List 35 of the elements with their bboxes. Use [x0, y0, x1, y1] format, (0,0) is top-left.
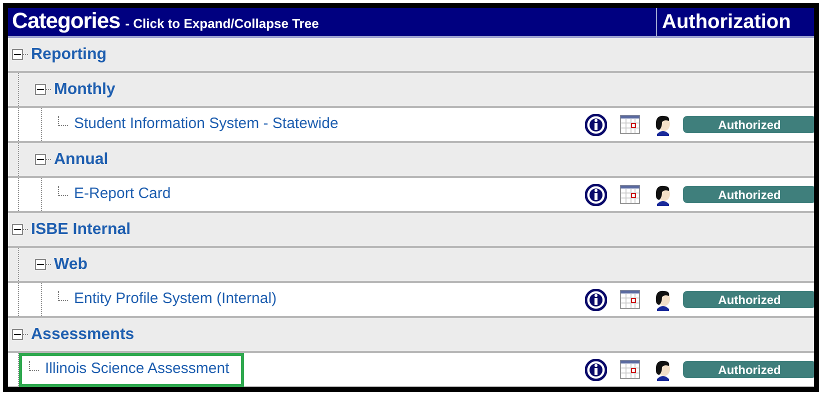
calendar-icon[interactable] — [620, 185, 640, 204]
category-label[interactable]: Reporting — [31, 42, 107, 66]
header-title: Categories — [12, 10, 120, 32]
report-link[interactable]: Entity Profile System (Internal) — [74, 288, 277, 311]
column-header: Authorization — [656, 8, 814, 36]
info-icon[interactable] — [585, 288, 607, 310]
category-label[interactable]: Annual — [54, 148, 108, 172]
info-icon[interactable] — [585, 358, 607, 380]
header-subtitle: - Click to Expand/Collapse Tree — [125, 15, 319, 34]
status-badge: Authorized — [683, 291, 814, 308]
status-badge: Authorized — [683, 361, 814, 378]
person-icon[interactable] — [653, 358, 673, 380]
collapse-icon[interactable] — [12, 224, 23, 235]
category-label[interactable]: Web — [54, 252, 88, 276]
calendar-icon[interactable] — [620, 115, 640, 134]
collapse-icon[interactable] — [35, 259, 46, 270]
collapse-icon[interactable] — [35, 84, 46, 95]
info-icon[interactable] — [585, 114, 607, 136]
calendar-icon[interactable] — [620, 360, 640, 379]
collapse-icon[interactable] — [35, 154, 46, 165]
collapse-icon[interactable] — [12, 329, 23, 340]
status-badge: Authorized — [683, 186, 814, 203]
person-icon[interactable] — [653, 288, 673, 310]
person-icon[interactable] — [653, 114, 673, 136]
status-badge: Authorized — [683, 116, 814, 133]
category-label[interactable]: Monthly — [54, 78, 116, 102]
report-link[interactable]: Illinois Science Assessment — [45, 358, 230, 381]
report-link[interactable]: E-Report Card — [74, 183, 171, 206]
info-icon[interactable] — [585, 184, 607, 206]
category-label[interactable]: Assessments — [31, 322, 134, 346]
calendar-icon[interactable] — [620, 290, 640, 309]
person-icon[interactable] — [653, 184, 673, 206]
collapse-icon[interactable] — [12, 49, 23, 60]
report-link[interactable]: Student Information System - Statewide — [74, 113, 338, 136]
category-label[interactable]: ISBE Internal — [31, 218, 131, 242]
